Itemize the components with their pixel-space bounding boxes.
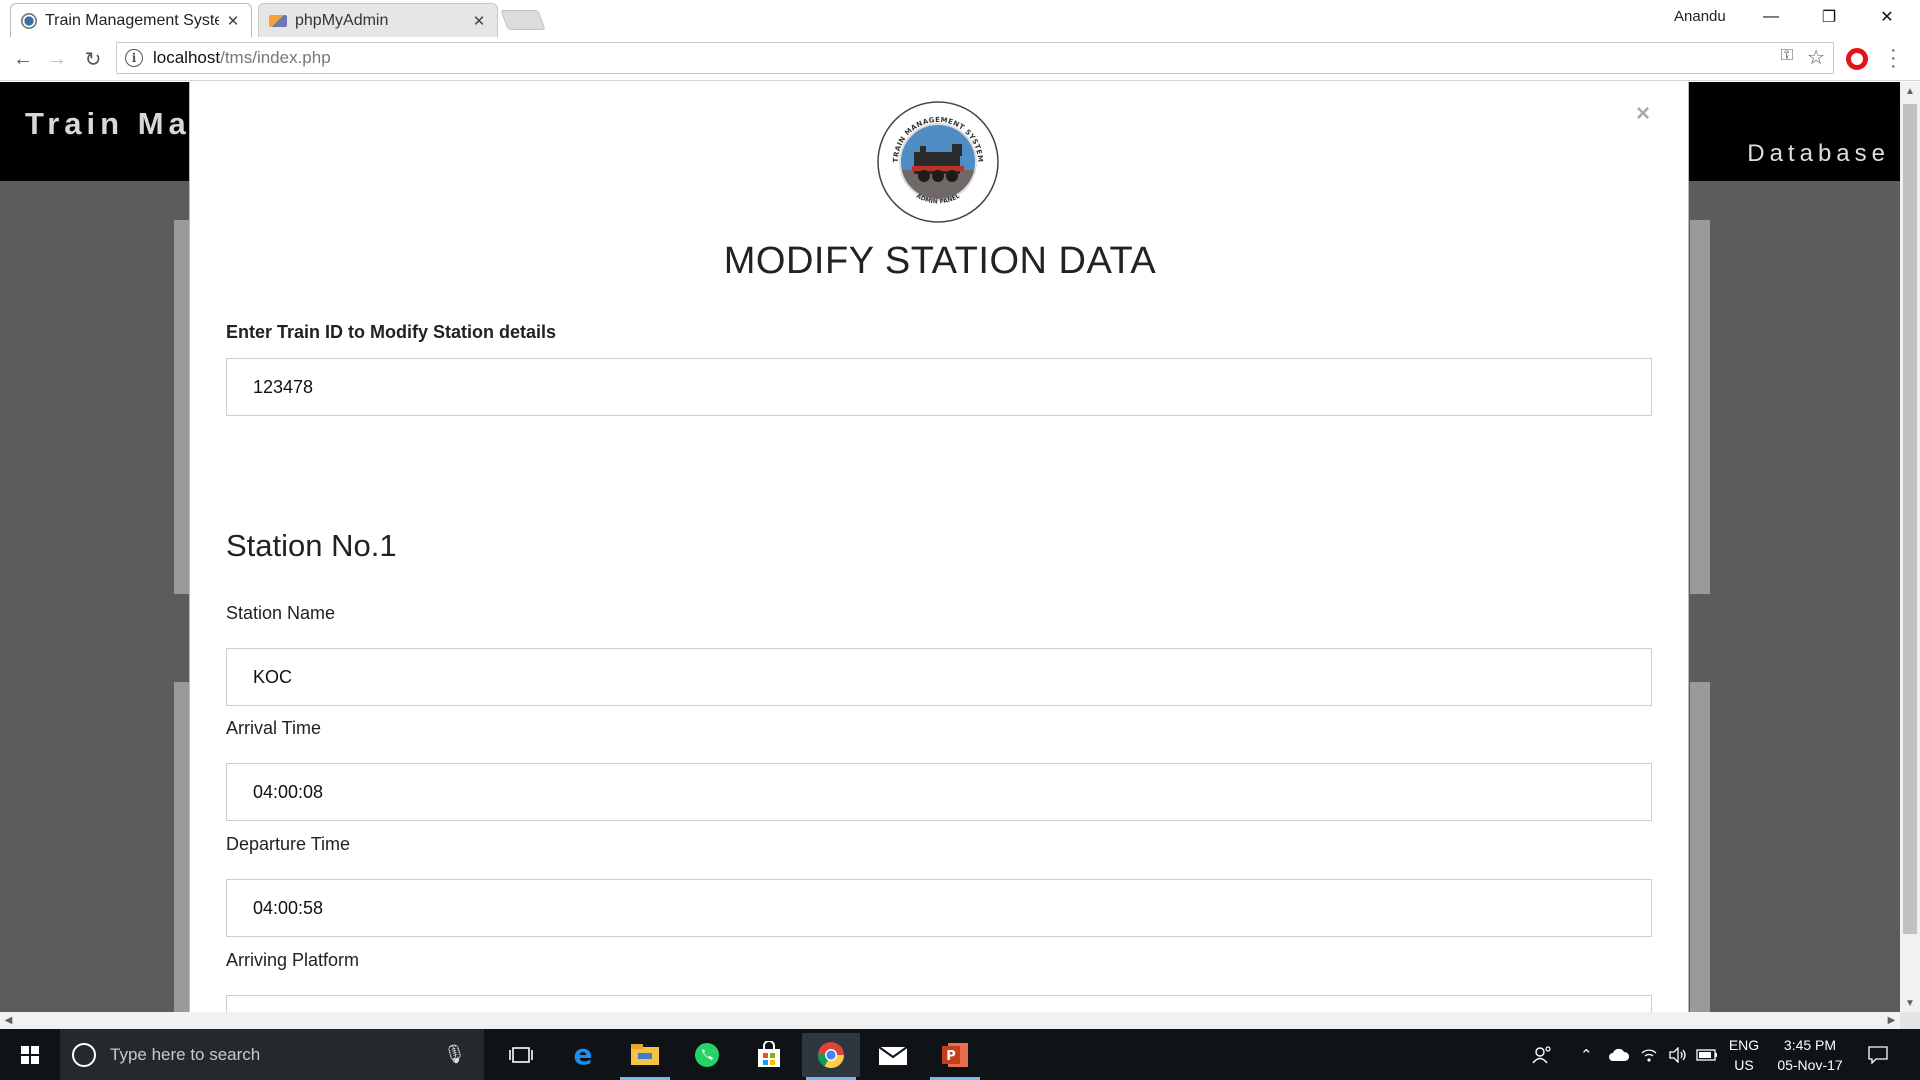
search-placeholder: Type here to search (110, 1044, 261, 1064)
reload-icon[interactable]: ↻ (78, 45, 108, 73)
svg-text:P: P (946, 1049, 956, 1064)
edge-icon[interactable]: e (554, 1033, 612, 1077)
browser-toolbar: ← → ↻ i localhost/tms/index.php ⚿ ☆ · · · (0, 37, 1920, 81)
close-window-icon[interactable]: ✕ (1858, 0, 1916, 34)
nav-database[interactable]: Database (1747, 140, 1890, 168)
arriving-platform-input[interactable] (226, 995, 1652, 1012)
profile-name[interactable]: Anandu (1674, 8, 1726, 25)
svg-text:e: e (574, 1041, 593, 1069)
address-bar[interactable]: i localhost/tms/index.php ⚿ ☆ (116, 42, 1834, 74)
tab-title: phpMyAdmin (295, 11, 389, 29)
scroll-down-arrow-icon[interactable]: ▼ (1900, 994, 1920, 1012)
action-center-icon[interactable] (1868, 1029, 1888, 1080)
scrollbar-corner (1900, 1012, 1920, 1029)
cortana-icon (72, 1042, 96, 1067)
input-language-indicator[interactable]: ENG US (1724, 1035, 1764, 1075)
wifi-icon[interactable] (1640, 1029, 1658, 1080)
train-id-input[interactable]: 123478 (226, 358, 1652, 416)
store-icon[interactable] (740, 1033, 798, 1077)
powerpoint-icon[interactable]: P (926, 1033, 984, 1080)
background-panel (174, 682, 190, 1012)
back-arrow-icon[interactable]: ← (8, 45, 38, 73)
tab-train-management[interactable]: Train Management Syste ✕ (10, 3, 252, 37)
phpmyadmin-favicon-icon (269, 14, 287, 27)
train-id-label: Enter Train ID to Modify Station details (226, 322, 557, 342)
mail-icon[interactable] (864, 1033, 922, 1077)
tab-close-icon[interactable]: ✕ (225, 12, 241, 30)
restore-icon[interactable]: ❐ (1800, 0, 1858, 34)
page-viewport: Train Management System Database × (0, 82, 1900, 1012)
tab-close-icon[interactable]: ✕ (471, 12, 487, 30)
browser-tab-strip: Train Management Syste ✕ phpMyAdmin ✕ An… (0, 0, 1920, 37)
background-panel (1690, 682, 1710, 1012)
new-tab-button[interactable] (500, 10, 546, 30)
whatsapp-icon[interactable] (678, 1033, 736, 1077)
bookmark-star-icon[interactable]: ☆ (1807, 45, 1825, 70)
departure-time-input[interactable]: 04:00:58 (226, 879, 1652, 937)
language-code: ENG (1728, 1037, 1760, 1053)
scrollbar-thumb[interactable] (1903, 104, 1917, 934)
taskbar-search[interactable]: Type here to search 🎙 (60, 1029, 484, 1080)
info-icon[interactable]: i (125, 49, 143, 67)
scroll-right-arrow-icon[interactable]: ▶ (1883, 1012, 1900, 1029)
show-hidden-icons-chevron-icon[interactable]: ⌃ (1580, 1029, 1593, 1080)
url-path: /tms/index.php (220, 48, 331, 67)
minimize-icon[interactable]: — (1742, 0, 1800, 34)
taskbar-clock[interactable]: 3:45 PM 05-Nov-17 (1768, 1035, 1852, 1075)
vertical-scrollbar[interactable]: ▲ ▼ (1900, 82, 1920, 1012)
opera-extension-icon[interactable] (1846, 48, 1868, 70)
tab-phpmyadmin[interactable]: phpMyAdmin ✕ (258, 3, 498, 37)
train-management-logo: TRAIN MANAGEMENT SYSTEM ADMIN PANEL (877, 101, 999, 223)
volume-icon[interactable] (1668, 1029, 1688, 1080)
forward-arrow-icon[interactable]: → (42, 45, 72, 73)
departure-time-label: Departure Time (226, 834, 351, 854)
task-view-icon[interactable] (492, 1033, 550, 1077)
battery-icon[interactable] (1696, 1029, 1718, 1080)
modal-title: MODIFY STATION DATA (723, 240, 1157, 282)
url-host: localhost (153, 48, 221, 67)
modal-close-icon[interactable]: × (1636, 100, 1650, 128)
file-explorer-icon[interactable] (616, 1033, 674, 1080)
horizontal-scrollbar[interactable]: ◀ ▶ (0, 1012, 1900, 1029)
scroll-up-arrow-icon[interactable]: ▲ (1900, 82, 1920, 100)
tab-title: Train Management Syste (45, 11, 219, 29)
clock-time: 3:45 PM (1783, 1037, 1837, 1053)
station-name-input[interactable]: KOC (226, 648, 1652, 706)
clock-date: 05-Nov-17 (1777, 1057, 1843, 1073)
background-panel (174, 220, 190, 594)
chrome-menu-icon[interactable]: · · · (1890, 40, 1897, 76)
windows-logo-icon (21, 1045, 39, 1064)
people-icon[interactable] (1532, 1029, 1552, 1080)
windows-taskbar: Type here to search 🎙 e P ⌃ ENG US 3:45 … (0, 1029, 1920, 1080)
microphone-icon[interactable]: 🎙 (443, 1044, 466, 1065)
arrival-time-label: Arrival Time (226, 718, 322, 738)
onedrive-cloud-icon[interactable] (1608, 1029, 1630, 1080)
station-heading: Station No.1 (226, 528, 397, 563)
start-button[interactable] (0, 1029, 60, 1080)
region-code: US (1734, 1057, 1754, 1073)
scroll-left-arrow-icon[interactable]: ◀ (0, 1012, 17, 1029)
arriving-platform-label: Arriving Platform (226, 950, 360, 970)
background-panel (1690, 220, 1710, 594)
modify-station-modal: × TRAIN MANAGEMENT SYSTEM ADMIN PANEL MO… (189, 82, 1689, 1012)
site-favicon-icon (21, 12, 37, 29)
station-name-label: Station Name (226, 603, 336, 623)
key-icon[interactable]: ⚿ (1781, 47, 1793, 65)
arrival-time-input[interactable]: 04:00:08 (226, 763, 1652, 821)
chrome-icon[interactable] (802, 1033, 860, 1080)
